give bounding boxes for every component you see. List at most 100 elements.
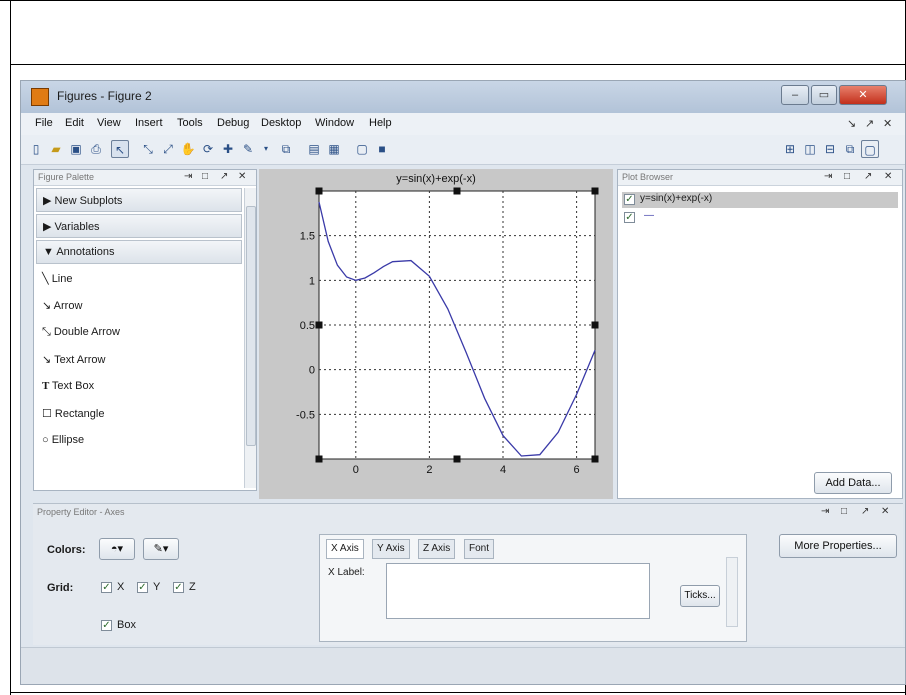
rectangle-icon: ☐ [42, 408, 55, 420]
menu-help[interactable]: Help [369, 117, 392, 129]
data-cursor-icon[interactable]: ✚ [219, 140, 237, 158]
print-icon[interactable]: ⎙ [87, 140, 105, 158]
colors-label: Colors: [47, 544, 86, 556]
matlab-icon [31, 88, 49, 106]
undock-arrow-icon[interactable]: ↘ [847, 117, 856, 130]
section-variables[interactable]: ▶ Variables [36, 214, 242, 238]
face-color-button[interactable]: ◓▾ [99, 538, 135, 560]
axis-tabs-panel: X Axis Y Axis Z Axis Font X Label: Ticks… [319, 534, 747, 642]
box-checkbox[interactable]: ✓ [101, 620, 112, 631]
tabs-scrollbar[interactable] [726, 557, 738, 627]
menu-close-icon[interactable]: ✕ [883, 117, 892, 130]
section-annotations[interactable]: ▼ Annotations [36, 240, 242, 264]
plot-browser: Plot Browser ⇥ □ ↗ ✕ ✓ y=sin(x)+exp(-x) … [617, 169, 903, 499]
section-new-subplots[interactable]: ▶ New Subplots [36, 188, 242, 212]
selection-handle [591, 187, 599, 195]
grid-x-checkbox[interactable]: ✓ [101, 582, 112, 593]
annotation-line[interactable]: ╲ Line [36, 266, 242, 293]
edit-plot-icon[interactable]: ↖ [111, 140, 129, 158]
palette-dock-icon[interactable]: ↗ [220, 171, 228, 182]
annotation-rectangle[interactable]: ☐ Rectangle [36, 401, 242, 428]
prop-close-icon[interactable]: ✕ [881, 506, 889, 517]
text-box-icon: T [42, 380, 52, 392]
line-checkbox[interactable]: ✓ [624, 212, 635, 223]
annotation-text-box[interactable]: T Text Box [36, 374, 242, 401]
colorbar-icon[interactable]: ▤ [305, 140, 323, 158]
dock-arrow-icon[interactable]: ↗ [865, 117, 874, 130]
prop-dock-icon[interactable]: ↗ [861, 506, 869, 517]
tab-y-axis[interactable]: Y Axis [372, 539, 410, 559]
x-tick-label: 0 [353, 464, 359, 476]
new-figure-icon[interactable]: ▯ [27, 140, 45, 158]
close-button[interactable]: ✕ [839, 85, 887, 105]
annotation-arrow[interactable]: ↘ Arrow [36, 293, 242, 320]
menu-file[interactable]: File [35, 117, 53, 129]
line-icon: ╲ [42, 273, 52, 285]
browser-close-icon[interactable]: ✕ [884, 171, 892, 182]
tab-x-axis[interactable]: X Axis [326, 539, 364, 559]
browser-item-axes[interactable]: ✓ y=sin(x)+exp(-x) [622, 192, 898, 208]
menu-insert[interactable]: Insert [135, 117, 163, 129]
y-tick-label: 0 [309, 365, 315, 377]
grid-z-checkbox[interactable]: ✓ [173, 582, 184, 593]
browser-dock-icon[interactable]: ↗ [864, 171, 872, 182]
y-tick-label: 0.5 [300, 320, 315, 332]
zoom-out-icon[interactable]: ⤢ [159, 140, 177, 158]
axes-checkbox[interactable]: ✓ [624, 194, 635, 205]
frame-divider-line [10, 64, 906, 65]
menu-desktop[interactable]: Desktop [261, 117, 301, 129]
maximize-button[interactable]: ▭ [811, 85, 837, 105]
link-plot-icon[interactable]: ⧉ [277, 140, 295, 158]
annotation-ellipse[interactable]: ○ Ellipse [36, 428, 242, 455]
float-layout-icon[interactable]: ⧉ [841, 140, 859, 158]
annotation-text-arrow[interactable]: ↘ Text Arrow [36, 347, 242, 374]
browser-maximize-icon[interactable]: □ [844, 171, 850, 182]
prop-maximize-icon[interactable]: □ [841, 506, 847, 517]
minimize-button[interactable]: ‒ [781, 85, 809, 105]
selection-handle [591, 455, 599, 463]
pan-icon[interactable]: ✋ [179, 140, 197, 158]
x-label-input[interactable] [386, 563, 650, 619]
figure-canvas[interactable]: y=sin(x)+exp(-x) 0 2 4 6 1.5 1 0.5 0 -0.5 [259, 169, 613, 499]
show-tools-icon[interactable]: ■ [373, 140, 391, 158]
maximize-layout-icon[interactable]: ▢ [861, 140, 879, 158]
annotation-double-arrow[interactable]: ⤡ Double Arrow [36, 320, 242, 347]
top-bottom-layout-icon[interactable]: ⊟ [821, 140, 839, 158]
brush-icon[interactable]: ✎ [239, 140, 257, 158]
browser-title: Plot Browser [622, 172, 674, 182]
menu-debug[interactable]: Debug [217, 117, 249, 129]
double-arrow-icon: ⤡ [42, 326, 54, 338]
ticks-button[interactable]: Ticks... [680, 585, 720, 607]
browser-item-line[interactable]: ✓ — [622, 210, 898, 226]
palette-scrollbar[interactable] [244, 188, 256, 488]
more-properties-button[interactable]: More Properties... [779, 534, 897, 558]
menu-tools[interactable]: Tools [177, 117, 203, 129]
tile-layout-icon[interactable]: ⊞ [781, 140, 799, 158]
menu-edit[interactable]: Edit [65, 117, 84, 129]
grid-y-checkbox[interactable]: ✓ [137, 582, 148, 593]
menu-window[interactable]: Window [315, 117, 354, 129]
browser-undock-icon[interactable]: ⇥ [824, 171, 832, 182]
axes[interactable]: 0 2 4 6 1.5 1 0.5 0 -0.5 [259, 169, 613, 499]
rotate-3d-icon[interactable]: ⟳ [199, 140, 217, 158]
left-right-layout-icon[interactable]: ◫ [801, 140, 819, 158]
palette-maximize-icon[interactable]: □ [202, 171, 208, 182]
brush-dropdown-icon[interactable]: ▾ [257, 140, 275, 158]
text-arrow-icon: ↘ [42, 354, 55, 366]
palette-scroll-thumb[interactable] [246, 206, 256, 446]
tab-font[interactable]: Font [464, 539, 495, 559]
palette-close-icon[interactable]: ✕ [238, 171, 246, 182]
menu-view[interactable]: View [97, 117, 121, 129]
legend-icon[interactable]: ▦ [325, 140, 343, 158]
zoom-in-icon[interactable]: ⤡ [139, 140, 157, 158]
edge-color-button[interactable]: ✎▾ [143, 538, 179, 560]
palette-undock-icon[interactable]: ⇥ [184, 171, 192, 182]
ellipse-icon: ○ [42, 434, 52, 446]
prop-undock-icon[interactable]: ⇥ [821, 506, 829, 517]
property-editor: Property Editor - Axes ⇥ □ ↗ ✕ Colors: ◓… [33, 503, 903, 645]
open-folder-icon[interactable]: ▰ [47, 140, 65, 158]
hide-tools-icon[interactable]: ▢ [353, 140, 371, 158]
save-icon[interactable]: ▣ [67, 140, 85, 158]
tab-z-axis[interactable]: Z Axis [418, 539, 456, 559]
add-data-button[interactable]: Add Data... [814, 472, 892, 494]
